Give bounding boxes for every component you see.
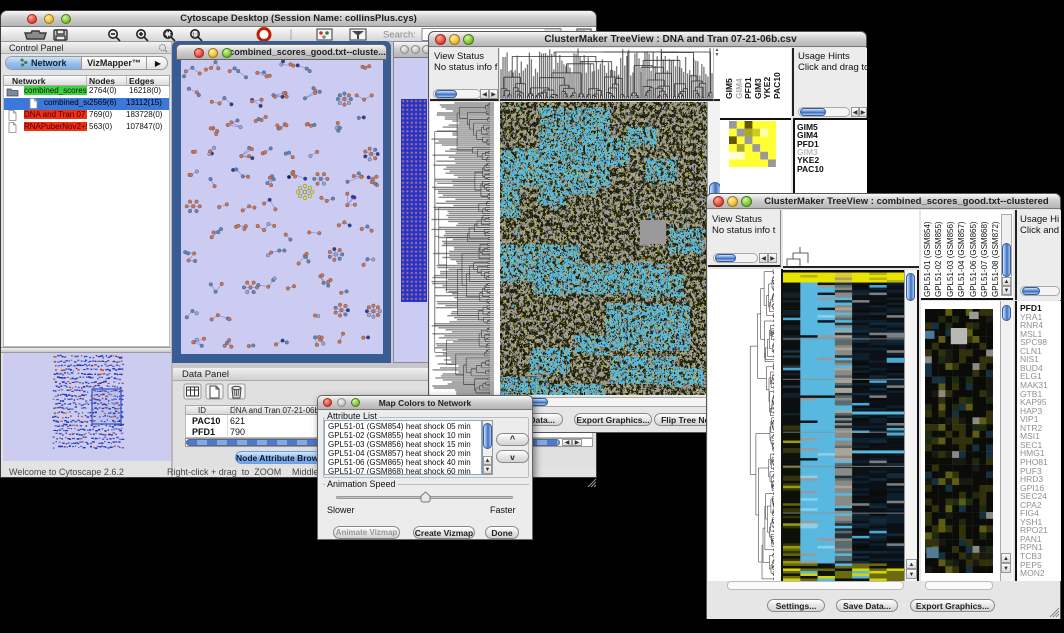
svg-text:GIM5: GIM5 bbox=[724, 78, 734, 99]
svg-text:GPL51-02 (GSM855): GPL51-02 (GSM855) bbox=[934, 221, 943, 297]
svg-text:GPL51-03 (GSM856): GPL51-03 (GSM856) bbox=[946, 221, 955, 297]
svg-text:PAC10: PAC10 bbox=[772, 72, 782, 99]
svg-text:YKE2: YKE2 bbox=[762, 77, 772, 99]
svg-text:Search:: Search: bbox=[383, 30, 416, 41]
svg-text:GPL51-04 (GSM857): GPL51-04 (GSM857) bbox=[957, 221, 966, 297]
svg-text:GPL51-06 (GSM865): GPL51-06 (GSM865) bbox=[969, 221, 978, 297]
svg-text:PFD1: PFD1 bbox=[743, 77, 753, 99]
svg-text:GPL51-01 (GSM854): GPL51-01 (GSM854) bbox=[923, 221, 932, 297]
svg-text:GPL51-07 (GSM868): GPL51-07 (GSM868) bbox=[980, 221, 989, 297]
svg-text:GPL51-08 (GSM872): GPL51-08 (GSM872) bbox=[991, 221, 1000, 297]
svg-text:1:1: 1:1 bbox=[192, 33, 199, 39]
